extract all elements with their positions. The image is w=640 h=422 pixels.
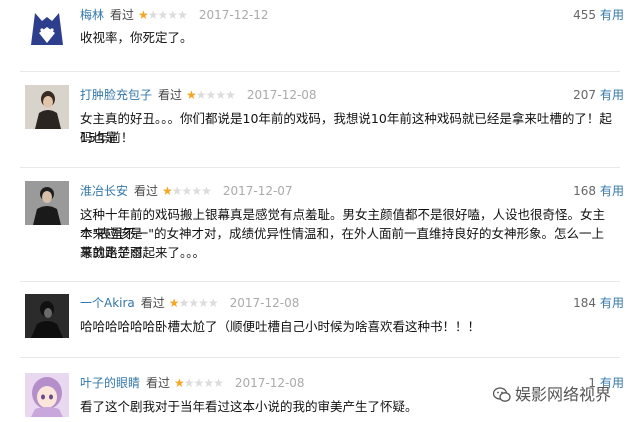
username-link[interactable]: 梅林 [80,8,104,22]
divider [20,71,620,72]
watched-label: 看过 [158,88,183,102]
comment-meta: 打肿脸充包子 看过 ★★★★★ 2017-12-08 [80,88,317,102]
watched-label: 看过 [134,184,159,198]
vote-area: 168 有用 [560,184,624,198]
wechat-icon [492,387,511,403]
divider [20,281,620,282]
vote-area: 455 有用 [560,8,624,22]
comment-text: 收视率，你死定了。 [80,30,193,45]
comment-text-line: 15年前！ [80,130,134,145]
vote-count: 455 [573,8,596,22]
username-link[interactable]: 叶子的眼睛 [80,376,140,390]
useful-button[interactable]: 有用 [600,296,624,310]
avatar[interactable] [25,5,69,49]
username-link[interactable]: 打肿脸充包子 [80,88,152,102]
vote-area: 184 有用 [560,296,624,310]
useful-button[interactable]: 有用 [600,88,624,102]
rating-stars: ★★★★★ [174,376,224,390]
comment-date: 2017-12-08 [234,376,305,390]
rating-stars: ★★★★★ [168,296,219,310]
comment-text: 哈哈哈哈哈哈卧槽太尬了（顺便吐槽自己小时候为啥喜欢看这种书！！！ [80,319,481,334]
useful-button[interactable]: 有用 [600,184,624,198]
vote-count: 207 [573,88,596,102]
avatar[interactable] [25,85,69,129]
comment-meta: 一个Akira 看过 ★★★★★ 2017-12-08 [80,296,299,310]
vote-area: 207 有用 [560,88,624,102]
comment-meta: 叶子的眼睛 看过 ★★★★★ 2017-12-08 [80,376,305,390]
comment-date: 2017-12-08 [229,296,300,310]
avatar[interactable] [25,373,69,417]
rating-stars: ★★★★★ [186,88,236,102]
vote-count: 184 [573,296,596,310]
comment-date: 2017-12-07 [222,184,293,198]
comment-date: 2017-12-12 [198,8,269,22]
comment-date: 2017-12-08 [246,88,317,102]
watermark: 娱影网络视界 [492,381,612,405]
useful-button[interactable]: 有用 [600,8,624,22]
divider [20,357,620,358]
comment-text-line: 荨的路子怼起来了。。。 [80,245,206,260]
comment-meta: 淮冶长安 看过 ★★★★★ 2017-12-07 [80,184,293,198]
username-link[interactable]: 一个Akira [80,296,135,310]
watched-label: 看过 [146,376,171,390]
avatar[interactable] [25,181,69,225]
rating-stars: ★★★★★ [162,184,212,198]
watermark-text: 娱影网络视界 [515,385,612,404]
username-link[interactable]: 淮冶长安 [80,184,128,198]
watched-label: 看过 [110,8,135,22]
rating-stars: ★★★★★ [138,8,188,22]
divider [20,167,620,168]
comment-meta: 梅林 看过 ★★★★★ 2017-12-12 [80,8,269,22]
vote-count: 168 [573,184,596,198]
avatar[interactable] [25,294,69,338]
watched-label: 看过 [140,296,165,310]
